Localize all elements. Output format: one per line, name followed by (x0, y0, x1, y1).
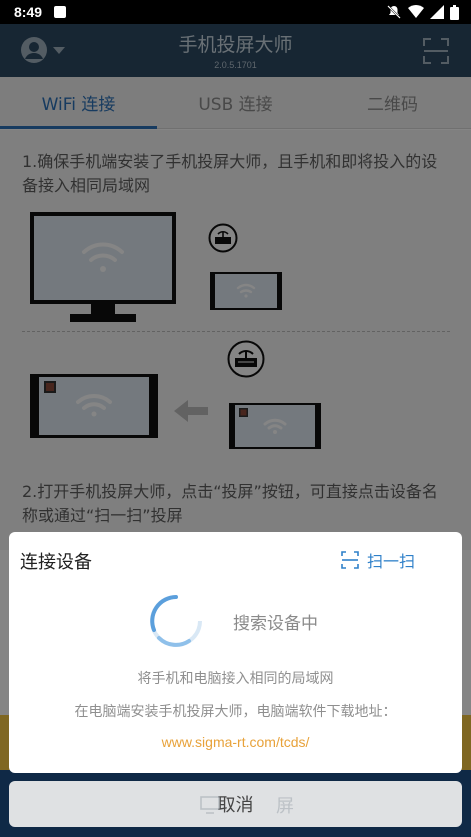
hint-same-network: 将手机和电脑接入相同的局域网 (137, 671, 334, 687)
loading-spinner-icon (150, 594, 203, 647)
hint-install-pc: 在电脑端安装手机投屏大师，电脑端软件下载地址： (74, 704, 397, 720)
battery-icon (450, 4, 459, 20)
status-time: 8:49 (14, 4, 43, 20)
cast-ghost-label: 屏 (276, 796, 294, 817)
cast-button-ghost: 屏 (200, 792, 294, 818)
dialog-scan-label: 扫一扫 (367, 552, 416, 571)
status-bar: 8:49 (0, 0, 471, 24)
scan-icon (341, 551, 359, 569)
wifi-icon (408, 5, 424, 18)
download-link[interactable]: www.sigma-rt.com/tcds/ (9, 734, 462, 750)
dialog-title: 连接设备 (20, 552, 92, 573)
connect-device-dialog: 连接设备 扫一扫 搜索设备中 将手机和电脑接入相同的局域网 在电脑端安装手机投屏… (9, 532, 462, 773)
status-icons (386, 4, 459, 20)
notification-icon (54, 6, 67, 18)
monitor-icon (200, 796, 220, 814)
signal-icon (430, 5, 444, 19)
searching-status: 搜索设备中 (233, 614, 318, 634)
dialog-scan-button[interactable]: 扫一扫 (341, 548, 415, 572)
mute-icon (387, 5, 401, 19)
